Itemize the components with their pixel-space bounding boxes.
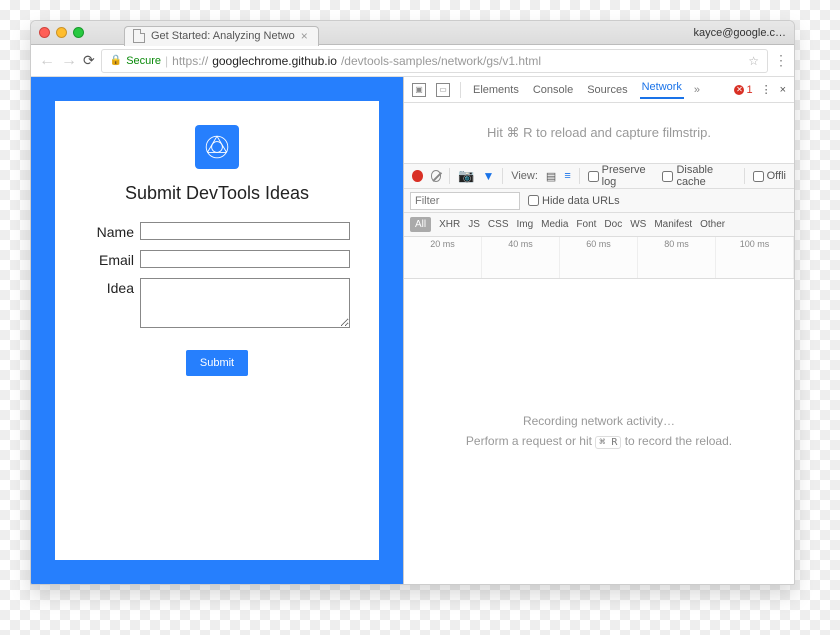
page-viewport: Submit DevTools Ideas Name Email Idea Su… — [31, 77, 403, 584]
filter-icon[interactable]: ▼ — [482, 169, 494, 183]
filmstrip-hint: Hit ⌘ R to reload and capture filmstrip. — [404, 103, 794, 163]
type-all[interactable]: All — [410, 217, 431, 232]
devtools-menu-icon[interactable]: ⋮ — [761, 83, 772, 96]
network-toolbar: 📷 ▼ View: ▤ ≡ Preserve log Disable cache… — [404, 163, 794, 189]
tab-title: Get Started: Analyzing Netwo — [151, 30, 295, 42]
name-label: Name — [84, 222, 134, 240]
error-count: 1 — [746, 84, 752, 96]
separator — [460, 82, 461, 98]
type-media[interactable]: Media — [541, 219, 568, 230]
profile-badge[interactable]: kayce@google.c… — [694, 27, 787, 39]
timeline-tick: 60 ms — [560, 237, 638, 278]
disable-cache-checkbox[interactable]: Disable cache — [662, 164, 735, 188]
device-toolbar-icon[interactable]: ▭ — [436, 83, 450, 97]
chrome-devtools-logo — [195, 125, 239, 169]
form-row-name: Name — [65, 222, 369, 240]
network-empty-state: Recording network activity… Perform a re… — [404, 279, 794, 584]
offline-checkbox[interactable]: Offli — [753, 170, 786, 182]
inspect-element-icon[interactable]: ▣ — [412, 83, 426, 97]
back-button[interactable]: ← — [39, 52, 55, 70]
content-split: Submit DevTools Ideas Name Email Idea Su… — [31, 77, 794, 584]
tab-sources[interactable]: Sources — [585, 84, 629, 96]
bookmark-star-icon[interactable]: ☆ — [748, 54, 759, 68]
page-card: Submit DevTools Ideas Name Email Idea Su… — [55, 101, 379, 560]
devtools-close-icon[interactable]: × — [780, 84, 786, 96]
addressbar: ← → ⟳ 🔒 Secure | https://googlechrome.gi… — [31, 45, 794, 77]
record-button[interactable] — [412, 170, 423, 182]
separator — [449, 168, 450, 184]
secure-label: Secure — [126, 55, 161, 67]
url-path: /devtools-samples/network/gs/v1.html — [341, 54, 541, 68]
devtools-tabbar: ▣ ▭ Elements Console Sources Network » ✕… — [404, 77, 794, 103]
type-doc[interactable]: Doc — [604, 219, 622, 230]
page-title: Submit DevTools Ideas — [125, 183, 309, 204]
type-ws[interactable]: WS — [630, 219, 646, 230]
email-input[interactable] — [140, 250, 350, 268]
network-typebar: All XHR JS CSS Img Media Font Doc WS Man… — [404, 213, 794, 237]
network-timeline[interactable]: 20 ms 40 ms 60 ms 80 ms 100 ms — [404, 237, 794, 279]
browser-tab[interactable]: Get Started: Analyzing Netwo × — [124, 26, 319, 46]
keyboard-shortcut: ⌘ R — [595, 436, 621, 449]
timeline-tick: 20 ms — [404, 237, 482, 278]
perform-message: Perform a request or hit ⌘ R to record t… — [466, 434, 732, 449]
form-row-email: Email — [65, 250, 369, 268]
minimize-window-button[interactable] — [56, 27, 67, 38]
view-large-icon[interactable]: ▤ — [546, 170, 556, 183]
email-label: Email — [84, 250, 134, 268]
separator — [744, 168, 745, 184]
reload-button[interactable]: ⟳ — [83, 52, 95, 69]
window-controls — [39, 27, 84, 38]
error-icon: ✕ — [734, 85, 744, 95]
timeline-tick: 40 ms — [482, 237, 560, 278]
error-badge[interactable]: ✕ 1 — [734, 84, 752, 96]
view-overview-icon[interactable]: ≡ — [564, 170, 570, 182]
screenshot-icon[interactable]: 📷 — [458, 168, 474, 184]
document-icon — [133, 29, 145, 43]
forward-button[interactable]: → — [61, 52, 77, 70]
separator — [579, 168, 580, 184]
view-label: View: — [511, 170, 538, 182]
tab-network[interactable]: Network — [640, 81, 684, 99]
submit-button[interactable]: Submit — [186, 350, 248, 376]
tab-console[interactable]: Console — [531, 84, 575, 96]
type-xhr[interactable]: XHR — [439, 219, 460, 230]
preserve-log-checkbox[interactable]: Preserve log — [588, 164, 655, 188]
type-manifest[interactable]: Manifest — [654, 219, 692, 230]
name-input[interactable] — [140, 222, 350, 240]
more-tabs-icon[interactable]: » — [694, 84, 700, 96]
omnibox[interactable]: 🔒 Secure | https://googlechrome.github.i… — [101, 49, 768, 73]
url-host: googlechrome.github.io — [212, 54, 337, 68]
recording-message: Recording network activity… — [523, 414, 675, 428]
browser-menu-icon[interactable]: ⋮ — [774, 52, 786, 69]
form-row-idea: Idea — [65, 278, 369, 328]
hide-data-urls-checkbox[interactable]: Hide data URLs — [528, 195, 620, 207]
clear-button[interactable] — [431, 170, 442, 182]
close-window-button[interactable] — [39, 27, 50, 38]
close-tab-icon[interactable]: × — [301, 29, 308, 43]
timeline-tick: 100 ms — [716, 237, 794, 278]
idea-label: Idea — [84, 278, 134, 296]
lock-icon: 🔒 — [110, 55, 122, 66]
idea-textarea[interactable] — [140, 278, 350, 328]
tab-elements[interactable]: Elements — [471, 84, 521, 96]
filter-input[interactable] — [410, 192, 520, 210]
type-other[interactable]: Other — [700, 219, 725, 230]
type-js[interactable]: JS — [468, 219, 480, 230]
type-font[interactable]: Font — [576, 219, 596, 230]
timeline-tick: 80 ms — [638, 237, 716, 278]
titlebar: Get Started: Analyzing Netwo × kayce@goo… — [31, 21, 794, 45]
url-scheme: https:// — [172, 54, 208, 68]
zoom-window-button[interactable] — [73, 27, 84, 38]
type-img[interactable]: Img — [516, 219, 533, 230]
browser-window: Get Started: Analyzing Netwo × kayce@goo… — [30, 20, 795, 585]
devtools-panel: ▣ ▭ Elements Console Sources Network » ✕… — [403, 77, 794, 584]
type-css[interactable]: CSS — [488, 219, 509, 230]
network-filterbar: Hide data URLs — [404, 189, 794, 213]
separator — [502, 168, 503, 184]
